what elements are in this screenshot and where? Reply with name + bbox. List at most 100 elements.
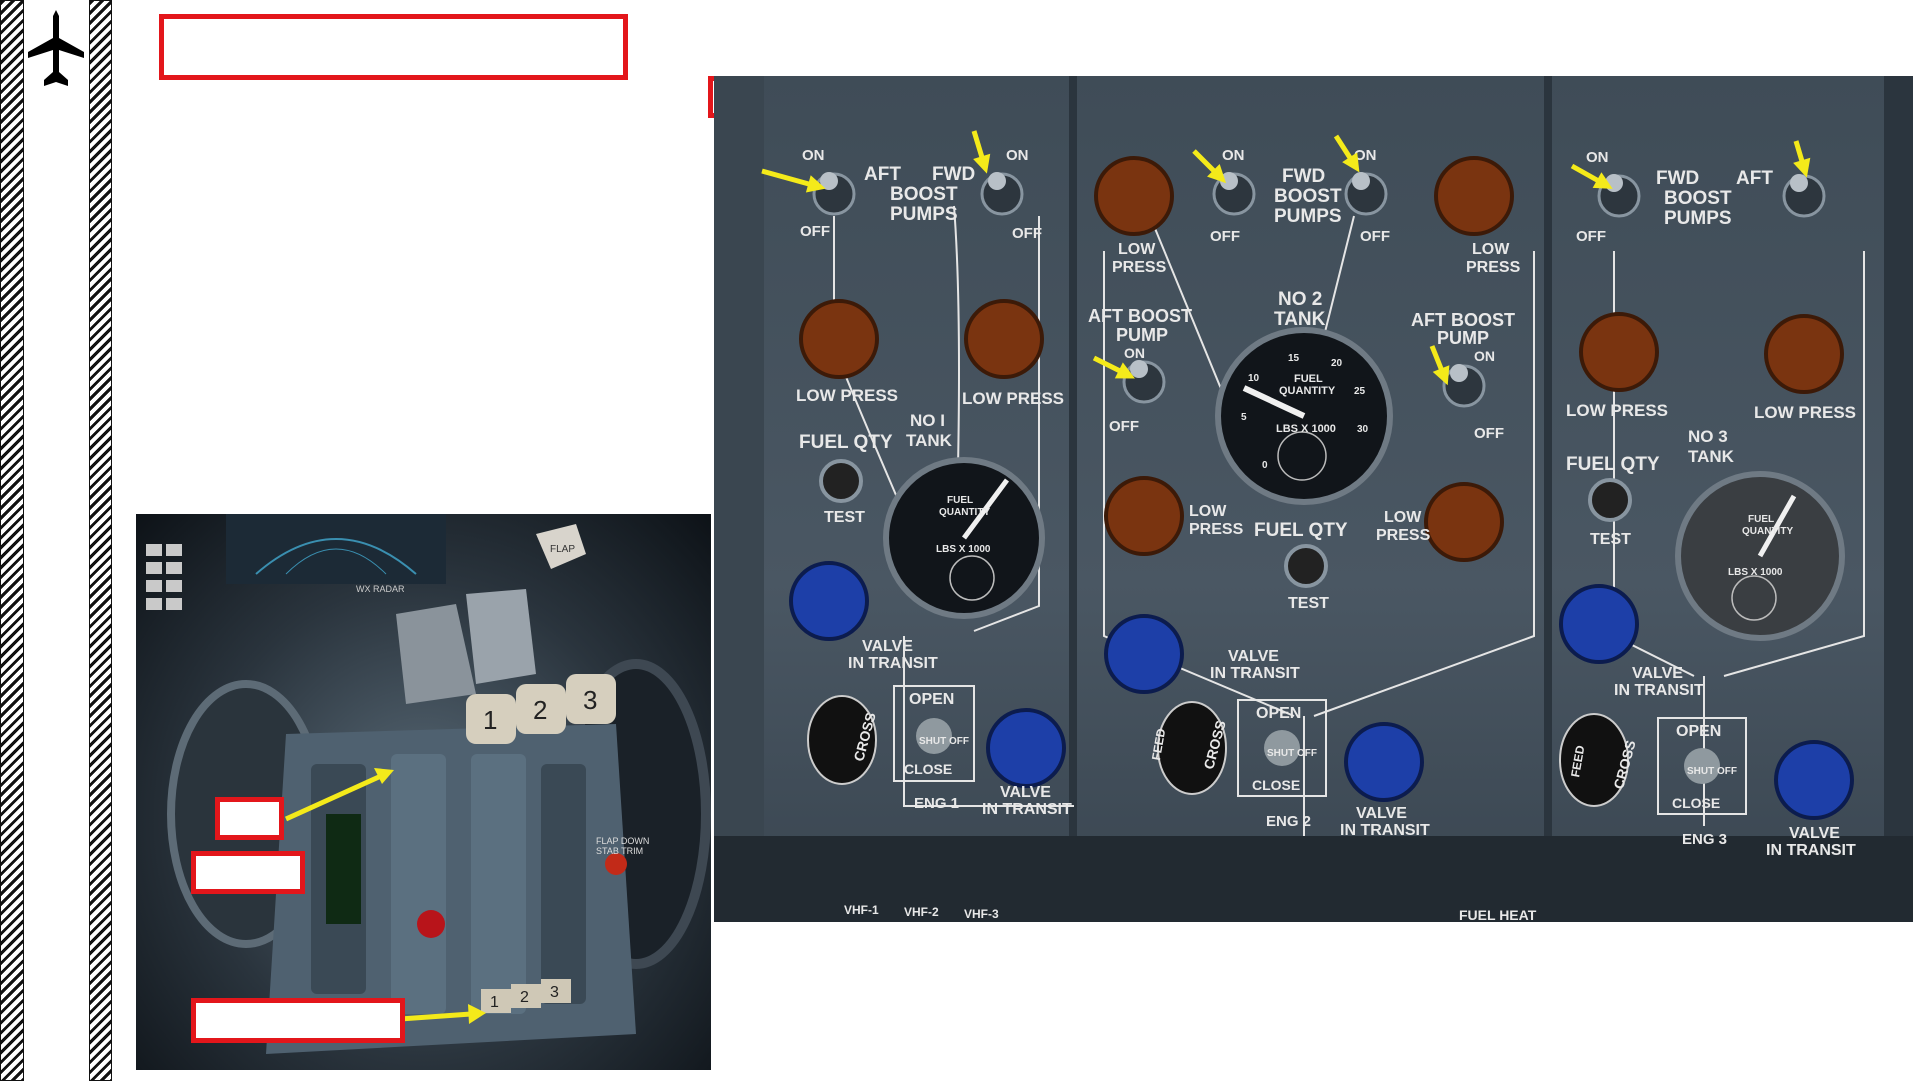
svg-text:FUEL: FUEL <box>947 495 973 506</box>
fuel-qty-test-button[interactable] <box>819 459 863 503</box>
svg-text:IN TRANSIT: IN TRANSIT <box>1766 842 1856 859</box>
fwd-label: FWD <box>932 164 975 185</box>
aft-boost-pump-switch-3[interactable] <box>1782 174 1826 218</box>
svg-text:AFT BOOST: AFT BOOST <box>1411 310 1515 330</box>
aft-boost-pump-switch-2b[interactable] <box>1442 364 1486 408</box>
svg-text:ON: ON <box>1586 149 1609 166</box>
svg-text:5: 5 <box>1241 412 1247 423</box>
svg-text:SHUT OFF: SHUT OFF <box>1687 766 1737 777</box>
crossfeed-shutoff-valve-2[interactable]: OPEN CLOSE SHUT OFF <box>1237 699 1327 797</box>
sidebar-hatch-left <box>0 0 24 1081</box>
lever-number-3: 3 <box>583 685 597 715</box>
svg-text:TEST: TEST <box>1590 531 1631 548</box>
aft-boost-pump-switch-1[interactable] <box>812 172 856 216</box>
crossfeed-knob-2[interactable]: CROSS FEED <box>1149 701 1229 795</box>
svg-text:30: 30 <box>1357 424 1369 435</box>
svg-text:SHUT OFF: SHUT OFF <box>919 736 969 747</box>
pointer-arrow-head <box>973 153 991 174</box>
svg-text:OFF: OFF <box>1210 228 1240 245</box>
section-2: LOW PRESS LOW PRESS ON OFF ON OFF FWD BO… <box>1088 147 1535 839</box>
svg-text:FUEL: FUEL <box>1748 514 1774 525</box>
svg-text:10: 10 <box>1248 373 1260 384</box>
svg-text:OFF: OFF <box>1109 418 1139 435</box>
svg-text:BOOST: BOOST <box>1664 188 1732 209</box>
switch-on-label: ON <box>802 147 825 164</box>
crossfeed-knob-1[interactable]: CROSS <box>807 695 879 785</box>
svg-text:ON: ON <box>1124 345 1145 361</box>
svg-text:ENG 2: ENG 2 <box>1266 813 1311 830</box>
svg-text:OFF: OFF <box>1576 228 1606 245</box>
switch-on-label: ON <box>1006 147 1029 164</box>
switch-off-label: OFF <box>800 223 830 240</box>
tank-label: NO I <box>910 411 945 430</box>
svg-text:BOOST: BOOST <box>1274 186 1342 207</box>
svg-text:20: 20 <box>1331 358 1343 369</box>
svg-text:FUEL: FUEL <box>1294 373 1323 385</box>
crossfeed-shutoff-valve-1[interactable]: OPEN CLOSE SHUT OFF <box>893 685 975 782</box>
svg-text:VALVE: VALVE <box>1228 648 1279 665</box>
svg-text:IN TRANSIT: IN TRANSIT <box>848 655 938 672</box>
svg-text:AFT: AFT <box>1736 168 1773 189</box>
fuel-qty-test-button[interactable] <box>1588 478 1632 522</box>
svg-text:VHF-3: VHF-3 <box>964 907 999 921</box>
pointer-arrow <box>761 168 817 189</box>
svg-text:TANK: TANK <box>1274 309 1326 330</box>
small-number-2: 2 <box>520 989 529 1006</box>
crossfeed-knob-3[interactable]: CROSS FEED <box>1559 713 1639 807</box>
title-box <box>159 14 628 80</box>
fwd-boost-pump-switch-2b[interactable] <box>1344 172 1388 216</box>
svg-text:LOW: LOW <box>1384 509 1422 526</box>
svg-text:QUANTITY: QUANTITY <box>939 507 990 518</box>
fwd-boost-pump-switch-1[interactable] <box>980 172 1024 216</box>
svg-text:LBS X 1000: LBS X 1000 <box>1276 423 1336 435</box>
svg-text:VHF-2: VHF-2 <box>904 905 939 919</box>
svg-text:OPEN: OPEN <box>1676 723 1721 740</box>
svg-text:OFF: OFF <box>1474 425 1504 442</box>
svg-text:NO 2: NO 2 <box>1278 289 1322 310</box>
svg-text:FUEL HEAT: FUEL HEAT <box>1459 907 1537 922</box>
svg-text:ON: ON <box>1474 348 1495 364</box>
low-press-label: LOW PRESS <box>962 389 1064 408</box>
svg-text:LOW: LOW <box>1189 503 1227 520</box>
pumps-label: PUMPS <box>890 204 958 225</box>
crossfeed-shutoff-valve-3[interactable]: OPEN CLOSE SHUT OFF <box>1657 717 1747 815</box>
aft-boost-pump-switch-2a[interactable] <box>1122 360 1166 404</box>
svg-text:VALVE: VALVE <box>1789 825 1840 842</box>
svg-text:PUMPS: PUMPS <box>1664 208 1732 229</box>
svg-text:PRESS: PRESS <box>1376 527 1431 544</box>
fuel-quantity-gauge-3: FUEL QUANTITY LBS X 1000 <box>1675 471 1845 641</box>
svg-text:VALVE: VALVE <box>1632 665 1683 682</box>
svg-text:SHUT OFF: SHUT OFF <box>1267 748 1317 759</box>
svg-text:TEST: TEST <box>1288 595 1329 612</box>
svg-text:IN TRANSIT: IN TRANSIT <box>982 801 1072 818</box>
eng-label: ENG 1 <box>914 795 959 812</box>
fuel-qty-test-button[interactable] <box>1284 544 1328 588</box>
svg-text:LOW: LOW <box>1472 241 1510 258</box>
svg-text:FWD: FWD <box>1282 166 1325 187</box>
valve-in-transit-light <box>986 708 1066 788</box>
svg-text:PRESS: PRESS <box>1466 259 1521 276</box>
lever-number-2: 2 <box>533 695 547 725</box>
svg-text:CLOSE: CLOSE <box>1252 777 1300 793</box>
svg-text:QUANTITY: QUANTITY <box>1279 385 1336 397</box>
wx-radar-label: WX RADAR <box>356 584 405 594</box>
section-1: ON OFF ON OFF AFT FWD BOOST PUMPS LOW PR… <box>789 147 1074 818</box>
switch-off-label: OFF <box>1012 225 1042 242</box>
valve-in-transit-light <box>789 561 869 641</box>
svg-text:FUEL QTY: FUEL QTY <box>1254 520 1348 541</box>
svg-text:NO 3: NO 3 <box>1688 427 1728 446</box>
svg-text:ENG 3: ENG 3 <box>1682 831 1727 848</box>
throttle-callout-box-2 <box>191 851 305 894</box>
svg-text:IN TRANSIT: IN TRANSIT <box>1210 665 1300 682</box>
svg-text:IN TRANSIT: IN TRANSIT <box>1614 682 1704 699</box>
low-press-light <box>964 299 1044 379</box>
svg-text:PRESS: PRESS <box>1112 259 1167 276</box>
sidebar-hatch-right <box>89 0 112 1081</box>
low-press-light <box>799 299 879 379</box>
stab-trim-label: STAB TRIM <box>596 846 643 856</box>
svg-text:LOW PRESS: LOW PRESS <box>1754 403 1856 422</box>
svg-text:LBS X 1000: LBS X 1000 <box>1728 567 1783 578</box>
svg-text:VHF-1: VHF-1 <box>844 903 879 917</box>
svg-text:AFT BOOST: AFT BOOST <box>1088 306 1192 326</box>
svg-text:PUMP: PUMP <box>1437 328 1489 348</box>
